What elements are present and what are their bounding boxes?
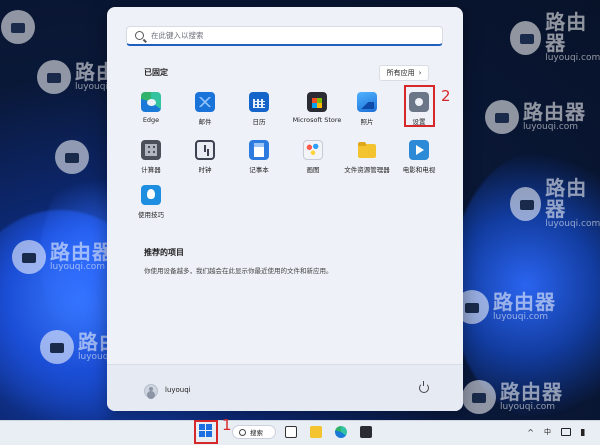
- router-logo-icon: [40, 330, 74, 364]
- pinned-app-calendar[interactable]: 日历: [232, 92, 286, 126]
- watermark: 路由器luyouqi.com: [455, 290, 556, 324]
- store-icon: [307, 92, 327, 112]
- taskbar-search-button[interactable]: 搜索: [232, 425, 276, 439]
- router-logo-icon: [485, 100, 519, 134]
- network-icon[interactable]: [561, 428, 571, 436]
- app-label: 电影和电视: [402, 166, 436, 174]
- notepad-icon: [249, 140, 269, 160]
- watermark: 路由器luyouqi.com: [485, 100, 586, 134]
- all-apps-label: 所有应用: [386, 69, 415, 77]
- pinned-app-mail[interactable]: 邮件: [178, 92, 232, 126]
- windows-logo-icon: [199, 431, 205, 437]
- watermark: 路由器luyouqi.com: [12, 240, 113, 274]
- windows-logo-icon: [199, 424, 205, 430]
- app-label: 记事本: [249, 166, 269, 174]
- search-placeholder: 在此键入以搜索: [151, 31, 204, 40]
- pinned-app-tips[interactable]: 使用技巧: [124, 185, 178, 219]
- router-logo-icon: [37, 60, 71, 94]
- calendar-icon: [249, 92, 269, 112]
- pinned-app-file-explorer[interactable]: 文件资源管理器: [336, 140, 398, 174]
- router-logo-icon: [55, 140, 89, 174]
- router-logo-icon: [510, 20, 542, 55]
- app-label: Edge: [142, 116, 160, 124]
- folder-icon: [357, 140, 377, 160]
- pinned-app-store[interactable]: Microsoft Store: [286, 92, 348, 124]
- watermark: 路由器luyouqi.com: [462, 380, 563, 414]
- folder-icon[interactable]: [310, 426, 322, 438]
- paint-icon: [303, 140, 323, 160]
- app-label: 计算器: [141, 166, 161, 174]
- pinned-app-notepad[interactable]: 记事本: [232, 140, 286, 174]
- photos-icon: [357, 92, 377, 112]
- windows-logo-icon: [206, 431, 212, 437]
- app-label: 照片: [360, 118, 374, 126]
- system-tray: ^ 中: [527, 427, 590, 437]
- app-label: 邮件: [198, 118, 212, 126]
- movies-icon: [409, 140, 429, 160]
- watermark: [55, 140, 89, 174]
- edge-icon: [141, 92, 161, 112]
- router-logo-icon: [510, 186, 542, 221]
- pinned-app-calculator[interactable]: 计算器: [124, 140, 178, 174]
- router-logo-icon: [12, 240, 46, 274]
- router-logo-icon: [462, 380, 496, 414]
- power-icon[interactable]: [419, 381, 429, 393]
- recommended-description: 你使用设备越多，我们越会在此显示你最近使用的文件和新应用。: [144, 267, 333, 275]
- search-icon: [135, 31, 144, 40]
- store-icon[interactable]: [360, 426, 372, 438]
- windows-logo-icon: [206, 424, 212, 430]
- user-name[interactable]: luyouqi: [165, 386, 191, 394]
- app-label: Microsoft Store: [292, 116, 342, 124]
- pinned-section-title: 已固定: [144, 68, 168, 77]
- step-marker-1: 1: [222, 416, 232, 434]
- start-menu: 在此键入以搜索 已固定 所有应用 › Edge 邮件 日历 Microsoft …: [107, 7, 463, 411]
- start-menu-footer: [107, 364, 463, 411]
- settings-highlight-box: [404, 85, 435, 127]
- app-label: 使用技巧: [138, 211, 164, 219]
- pinned-app-paint[interactable]: 画图: [286, 140, 340, 174]
- search-icon: [239, 428, 246, 436]
- chevron-right-icon: ›: [418, 69, 422, 77]
- taskbar: [0, 420, 600, 445]
- pinned-app-movies-tv[interactable]: 电影和电视: [392, 140, 446, 174]
- tips-icon: [141, 185, 161, 205]
- task-view-icon[interactable]: [285, 426, 297, 438]
- mail-icon: [195, 92, 215, 112]
- pinned-app-clock[interactable]: 时钟: [178, 140, 232, 174]
- start-button[interactable]: [199, 424, 213, 438]
- calculator-icon: [141, 140, 161, 160]
- start-search-box[interactable]: 在此键入以搜索: [126, 26, 443, 46]
- app-label: 时钟: [198, 166, 212, 174]
- pinned-app-edge[interactable]: Edge: [124, 92, 178, 124]
- watermark: [1, 10, 35, 44]
- router-logo-icon: [1, 10, 35, 44]
- avatar[interactable]: [144, 384, 158, 398]
- step-marker-2: 2: [441, 87, 451, 105]
- app-label: 文件资源管理器: [344, 166, 390, 174]
- watermark: 路由器luyouqi.com: [510, 12, 600, 63]
- app-label: 日历: [252, 118, 266, 126]
- taskbar-search-label: 搜索: [250, 429, 263, 437]
- pinned-app-photos[interactable]: 照片: [340, 92, 394, 126]
- clock-icon: [195, 140, 215, 160]
- volume-icon[interactable]: [581, 428, 590, 436]
- watermark: 路由器luyouqi.com: [510, 178, 600, 229]
- input-language-indicator[interactable]: 中: [544, 427, 551, 437]
- edge-icon[interactable]: [335, 426, 347, 438]
- recommended-section-title: 推荐的项目: [144, 248, 184, 257]
- all-apps-button[interactable]: 所有应用 ›: [379, 65, 429, 81]
- tray-overflow-chevron-icon[interactable]: ^: [527, 428, 534, 437]
- app-label: 画图: [306, 166, 320, 174]
